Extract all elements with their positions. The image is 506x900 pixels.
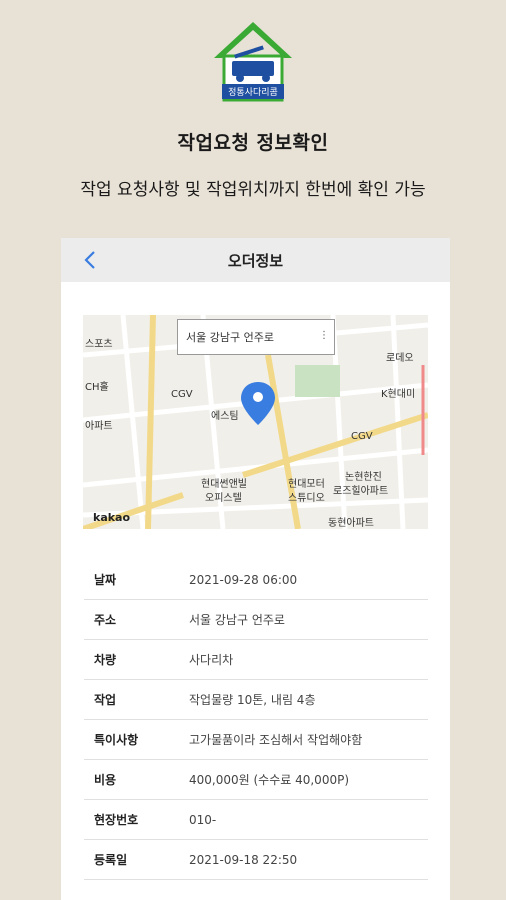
- detail-label: 주소: [94, 613, 117, 627]
- map-label: 에스팀: [211, 410, 239, 422]
- detail-row-cost: 비용 400,000원 (수수료 40,000P): [84, 760, 428, 800]
- map-label: CGV: [351, 431, 373, 442]
- map-label: CGV: [171, 389, 193, 400]
- detail-row-vehicle: 차량 사다리차: [84, 640, 428, 680]
- detail-value: 작업물량 10톤, 내림 4층: [189, 693, 316, 707]
- detail-label: 작업: [94, 693, 117, 707]
- map-label: 동현아파트: [328, 517, 374, 529]
- map-address-overlay: 서울 강남구 언주로 ⋮: [177, 319, 335, 355]
- more-icon: ⋮: [319, 330, 329, 341]
- map-address-text: 서울 강남구 언주로: [186, 331, 274, 344]
- detail-value: 고가물품이라 조심해서 작업해야함: [189, 733, 363, 747]
- detail-label: 등록일: [94, 853, 128, 867]
- detail-value: 서울 강남구 언주로: [189, 613, 285, 627]
- map-label: 스튜디오: [288, 492, 325, 504]
- map-label: 로즈힐아파트: [333, 484, 388, 497]
- detail-value[interactable]: 010-: [189, 813, 216, 827]
- detail-row-date: 날짜 2021-09-28 06:00: [84, 560, 428, 600]
- detail-value: 2021-09-28 06:00: [189, 572, 298, 587]
- map-label: 논현한진: [345, 471, 382, 483]
- detail-label: 현장번호: [94, 813, 139, 827]
- map-label: K현대미: [381, 388, 415, 400]
- detail-row-notes: 특이사항 고가물품이라 조심해서 작업해야함: [84, 720, 428, 760]
- map-label: 현대모터: [288, 478, 325, 490]
- map-label: 오피스텔: [205, 492, 242, 504]
- location-map[interactable]: 스포츠 CH홀 CGV 에스팀 아파트 현대썬앤빌 오피스텔 현대모터 스튜디오…: [83, 315, 428, 529]
- detail-label: 차량: [94, 653, 117, 667]
- detail-row-site-number: 현장번호 010-: [84, 800, 428, 840]
- svg-text:정통사다리콤: 정통사다리콤: [228, 87, 278, 98]
- detail-value: 400,000원 (수수료 40,000P): [189, 773, 350, 787]
- map-label: 현대썬앤빌: [201, 478, 247, 490]
- detail-value: 사다리차: [189, 653, 234, 667]
- detail-row-registered: 등록일 2021-09-18 22:50: [84, 840, 428, 880]
- app-logo: 정통사다리콤: [210, 18, 296, 104]
- detail-row-work: 작업 작업물량 10톤, 내림 4층: [84, 680, 428, 720]
- map-label: 아파트: [85, 420, 113, 432]
- detail-label: 비용: [94, 773, 117, 787]
- card-header: 오더정보: [61, 238, 450, 282]
- map-label: 스포츠: [85, 338, 113, 350]
- detail-value: 2021-09-18 22:50: [189, 852, 298, 867]
- subheadline: 작업 요청사항 및 작업위치까지 한번에 확인 가능: [80, 180, 426, 200]
- back-chevron-icon[interactable]: [81, 250, 101, 270]
- order-detail-list: 날짜 2021-09-28 06:00 주소 서울 강남구 언주로 차량 사다리…: [84, 560, 428, 880]
- headline: 작업요청 정보확인: [177, 132, 329, 154]
- detail-label: 날짜: [94, 573, 117, 587]
- order-info-card: 오더정보 스포츠 CH홀 CGV 에스팀 아파트 현대썬앤빌 오피스텔 현대모터…: [61, 238, 450, 900]
- map-label: kakao: [93, 511, 130, 524]
- detail-label: 특이사항: [94, 733, 139, 747]
- detail-row-address: 주소 서울 강남구 언주로: [84, 600, 428, 640]
- card-title: 오더정보: [227, 251, 284, 270]
- map-label: 로데오: [386, 352, 414, 364]
- map-label: CH홀: [85, 380, 109, 393]
